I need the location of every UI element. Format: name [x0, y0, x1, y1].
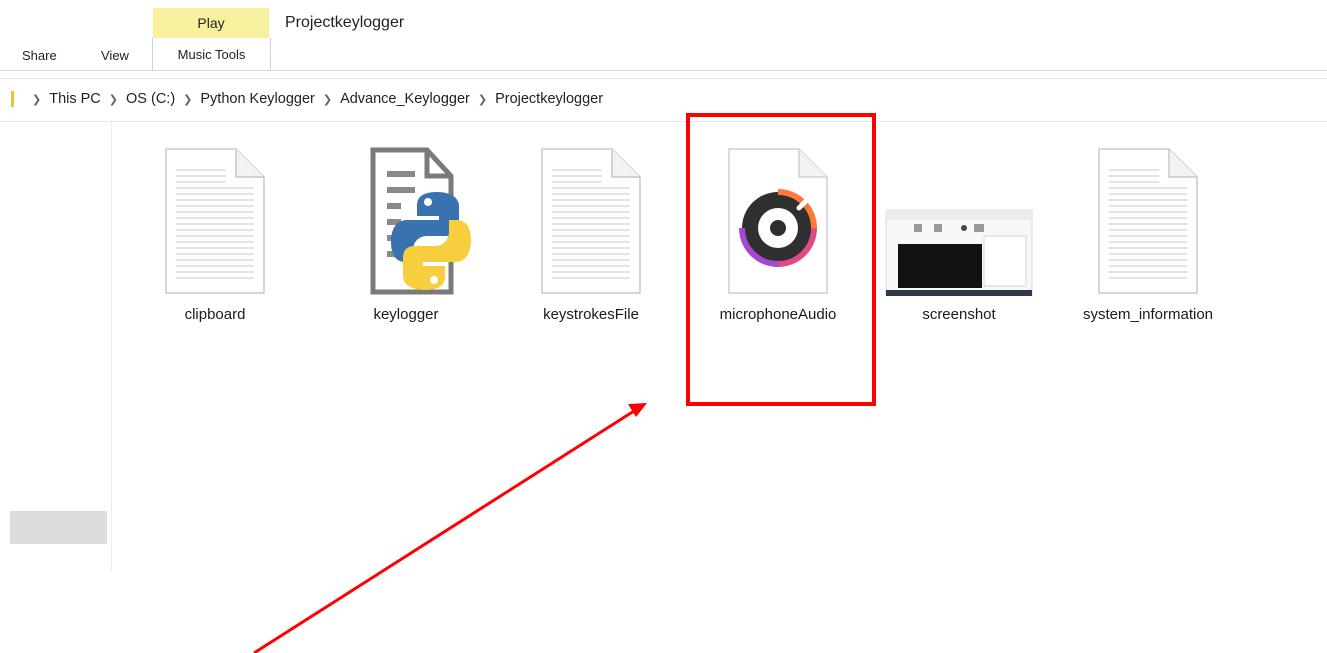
text-file-icon	[541, 148, 641, 294]
tab-share[interactable]: Share	[22, 48, 57, 63]
text-file-icon	[1098, 148, 1198, 294]
file-name: keylogger	[373, 306, 439, 323]
ribbon: Play Projectkeylogger Share View Music T…	[0, 0, 1327, 72]
breadcrumb[interactable]: ❯ This PC ❯ OS (C:) ❯ Python Keylogger ❯…	[0, 86, 603, 112]
file-item-microphoneaudio[interactable]: microphoneAudio	[698, 146, 858, 336]
file-item-keylogger[interactable]: keylogger	[326, 146, 486, 336]
address-divider	[0, 121, 1327, 122]
chevron-right-icon[interactable]: ❯	[32, 93, 41, 106]
window-title: Projectkeylogger	[285, 14, 405, 31]
breadcrumb-advance-keylogger[interactable]: Advance_Keylogger	[340, 91, 470, 107]
chevron-right-icon[interactable]: ❯	[323, 93, 332, 106]
folder-icon	[11, 91, 14, 107]
image-thumbnail-icon	[885, 209, 1033, 296]
chevron-right-icon[interactable]: ❯	[109, 93, 118, 106]
tab-music-tools[interactable]: Music Tools	[152, 38, 271, 71]
file-name: screenshot	[922, 306, 996, 323]
navigation-pane[interactable]	[0, 122, 112, 572]
file-name: microphoneAudio	[719, 306, 837, 323]
audio-file-icon	[728, 148, 828, 294]
file-name: clipboard	[184, 306, 246, 323]
file-name: keystrokesFile	[543, 306, 639, 323]
file-item-keystrokesfile[interactable]: keystrokesFile	[511, 146, 671, 336]
tab-view[interactable]: View	[101, 48, 129, 63]
breadcrumb-projectkeylogger[interactable]: Projectkeylogger	[495, 91, 603, 107]
text-file-icon	[165, 148, 265, 294]
file-item-screenshot[interactable]: screenshot	[879, 146, 1039, 336]
file-item-clipboard[interactable]: clipboard	[135, 146, 295, 336]
breadcrumb-os-drive[interactable]: OS (C:)	[126, 91, 175, 107]
breadcrumb-this-pc[interactable]: This PC	[49, 91, 101, 107]
nav-pane-scrollbar[interactable]	[10, 511, 107, 544]
chevron-right-icon[interactable]: ❯	[183, 93, 192, 106]
chevron-right-icon[interactable]: ❯	[478, 93, 487, 106]
ribbon-divider	[0, 70, 1327, 71]
python-file-icon	[370, 147, 471, 295]
file-name: system_information	[1082, 306, 1214, 323]
breadcrumb-python-keylogger[interactable]: Python Keylogger	[200, 91, 314, 107]
toolbar-divider	[0, 78, 1327, 79]
play-context-tab[interactable]: Play	[153, 8, 269, 38]
file-item-system-information[interactable]: system_information	[1068, 146, 1228, 336]
